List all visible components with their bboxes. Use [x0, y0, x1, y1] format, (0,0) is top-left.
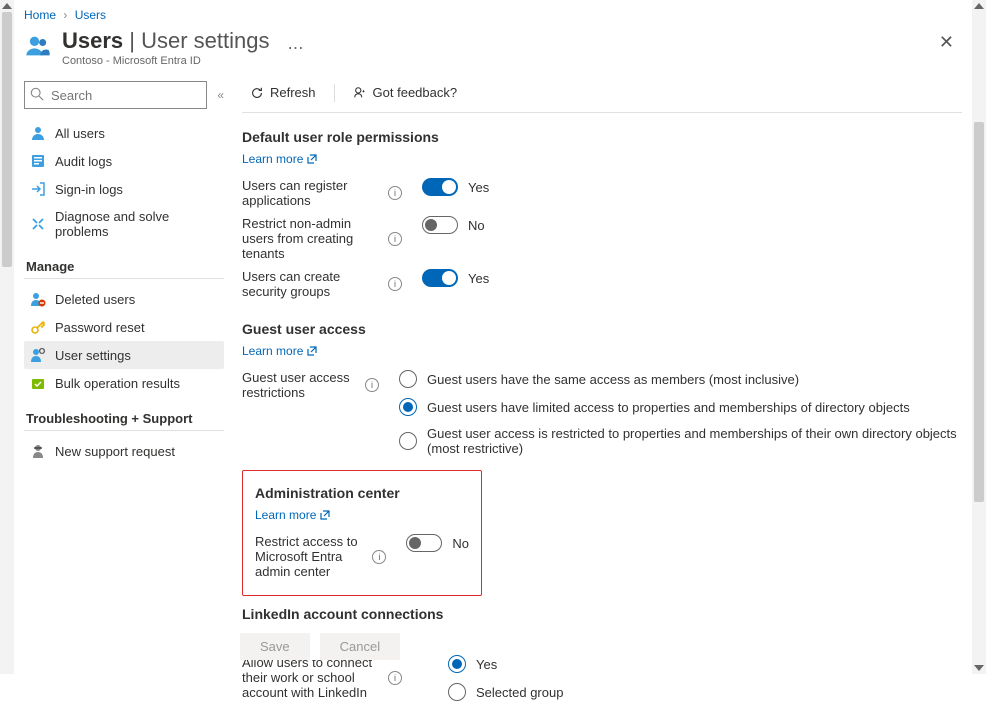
deleted-user-icon — [30, 291, 46, 307]
radio-linkedin-selected-group[interactable]: Selected group — [448, 683, 563, 701]
external-link-icon — [320, 510, 330, 520]
cancel-button[interactable]: Cancel — [320, 633, 400, 660]
info-icon[interactable]: i — [388, 277, 402, 291]
scrollbar-right[interactable] — [972, 0, 986, 674]
label-restrict-tenants: Restrict non-admin users from creating t… — [242, 216, 382, 261]
radio-linkedin-yes[interactable]: Yes — [448, 655, 563, 673]
sidebar-item-signin-logs[interactable]: Sign-in logs — [24, 175, 224, 203]
info-icon[interactable]: i — [388, 232, 402, 246]
close-blade-button[interactable]: ✕ — [931, 28, 962, 57]
breadcrumb-users[interactable]: Users — [75, 8, 106, 22]
feedback-icon — [353, 86, 367, 100]
sidebar-item-password-reset[interactable]: Password reset — [24, 313, 224, 341]
label-restrict-admin: Restrict access to Microsoft Entra admin… — [255, 534, 366, 579]
refresh-button[interactable]: Refresh — [242, 81, 324, 104]
radio-guest-restrictive[interactable]: Guest user access is restricted to prope… — [399, 426, 962, 456]
breadcrumb: Home › Users — [24, 6, 962, 28]
page-title: Users | User settings — [62, 28, 270, 54]
sidebar-item-label: Sign-in logs — [55, 182, 123, 197]
scrollbar-left[interactable] — [0, 0, 14, 674]
learn-more-guest[interactable]: Learn more — [242, 344, 317, 358]
sidebar-item-user-settings[interactable]: User settings — [24, 341, 224, 369]
sidebar-item-label: Audit logs — [55, 154, 112, 169]
label-linkedin-allow: Allow users to connect their work or sch… — [242, 655, 382, 700]
sidebar-item-label: Password reset — [55, 320, 145, 335]
info-icon[interactable]: i — [388, 671, 402, 685]
toggle-security-groups[interactable] — [422, 269, 458, 287]
info-icon[interactable]: i — [372, 550, 386, 564]
sidebar-item-label: Bulk operation results — [55, 376, 180, 391]
sidebar-item-label: User settings — [55, 348, 131, 363]
info-icon[interactable]: i — [388, 186, 402, 200]
toggle-value: Yes — [468, 271, 489, 286]
toggle-register-apps[interactable] — [422, 178, 458, 196]
collapse-sidebar-icon[interactable]: « — [217, 88, 224, 102]
label-guest-restrictions: Guest user access restrictions — [242, 370, 359, 400]
label-register-apps: Users can register applications — [242, 178, 382, 208]
sidebar-item-label: New support request — [55, 444, 175, 459]
toggle-restrict-admin[interactable] — [406, 534, 442, 552]
more-actions-icon[interactable]: ⋯ — [280, 32, 312, 64]
user-icon — [30, 125, 46, 141]
save-button[interactable]: Save — [240, 633, 310, 660]
toggle-value: Yes — [468, 180, 489, 195]
label-security-groups: Users can create security groups — [242, 269, 382, 299]
toggle-value: No — [452, 536, 469, 551]
external-link-icon — [307, 154, 317, 164]
page-subtitle: Contoso - Microsoft Entra ID — [62, 55, 270, 67]
feedback-button[interactable]: Got feedback? — [345, 81, 466, 104]
highlight-admin-center: Administration center Learn more Restric… — [242, 470, 482, 596]
support-icon — [30, 443, 46, 459]
log-icon — [30, 153, 46, 169]
info-icon[interactable]: i — [365, 378, 379, 392]
sidebar-item-audit-logs[interactable]: Audit logs — [24, 147, 224, 175]
toggle-value: No — [468, 218, 485, 233]
sidebar-item-diagnose[interactable]: Diagnose and solve problems — [24, 203, 224, 245]
learn-more-admin[interactable]: Learn more — [255, 508, 330, 522]
sidebar-item-new-support[interactable]: New support request — [24, 437, 224, 465]
sidebar-item-label: Deleted users — [55, 292, 135, 307]
radio-guest-limited[interactable]: Guest users have limited access to prope… — [399, 398, 962, 416]
radio-guest-inclusive[interactable]: Guest users have the same access as memb… — [399, 370, 962, 388]
sidebar-group-manage: Manage — [26, 259, 224, 274]
toggle-restrict-tenants[interactable] — [422, 216, 458, 234]
refresh-icon — [250, 86, 264, 100]
section-linkedin: LinkedIn account connections — [242, 606, 962, 622]
sidebar-item-bulk-results[interactable]: Bulk operation results — [24, 369, 224, 397]
sidebar-item-label: Diagnose and solve problems — [55, 209, 218, 239]
sidebar-item-label: All users — [55, 126, 105, 141]
sidebar-group-troubleshoot: Troubleshooting + Support — [26, 411, 224, 426]
bulk-icon — [30, 375, 46, 391]
external-link-icon — [307, 346, 317, 356]
sidebar-item-all-users[interactable]: All users — [24, 119, 224, 147]
user-settings-icon — [30, 347, 46, 363]
section-guest-access: Guest user access — [242, 321, 962, 337]
signin-icon — [30, 181, 46, 197]
section-default-permissions: Default user role permissions — [242, 129, 962, 145]
search-icon — [30, 87, 44, 104]
breadcrumb-home[interactable]: Home — [24, 8, 56, 22]
key-icon — [30, 319, 46, 335]
sidebar-item-deleted-users[interactable]: Deleted users — [24, 285, 224, 313]
search-input[interactable] — [24, 81, 207, 109]
section-admin-center: Administration center — [255, 485, 469, 501]
users-blade-icon — [24, 32, 52, 60]
learn-more-default-perms[interactable]: Learn more — [242, 152, 317, 166]
diagnose-icon — [30, 216, 46, 232]
